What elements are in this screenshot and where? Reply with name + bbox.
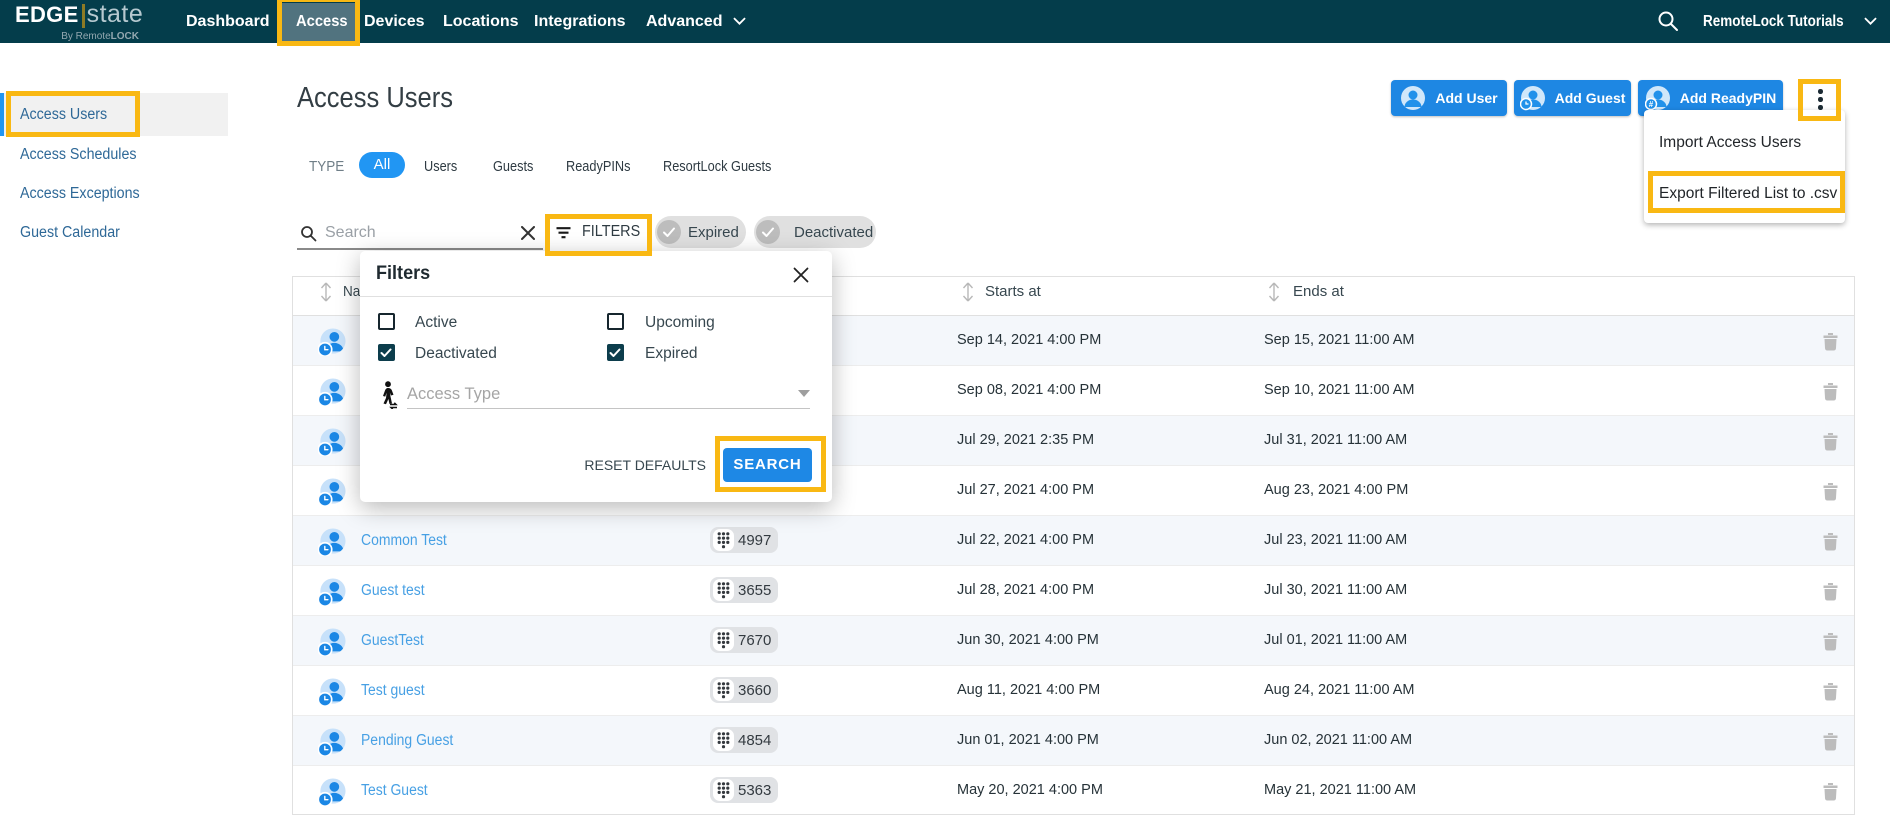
svg-text:#: # <box>1649 100 1654 109</box>
